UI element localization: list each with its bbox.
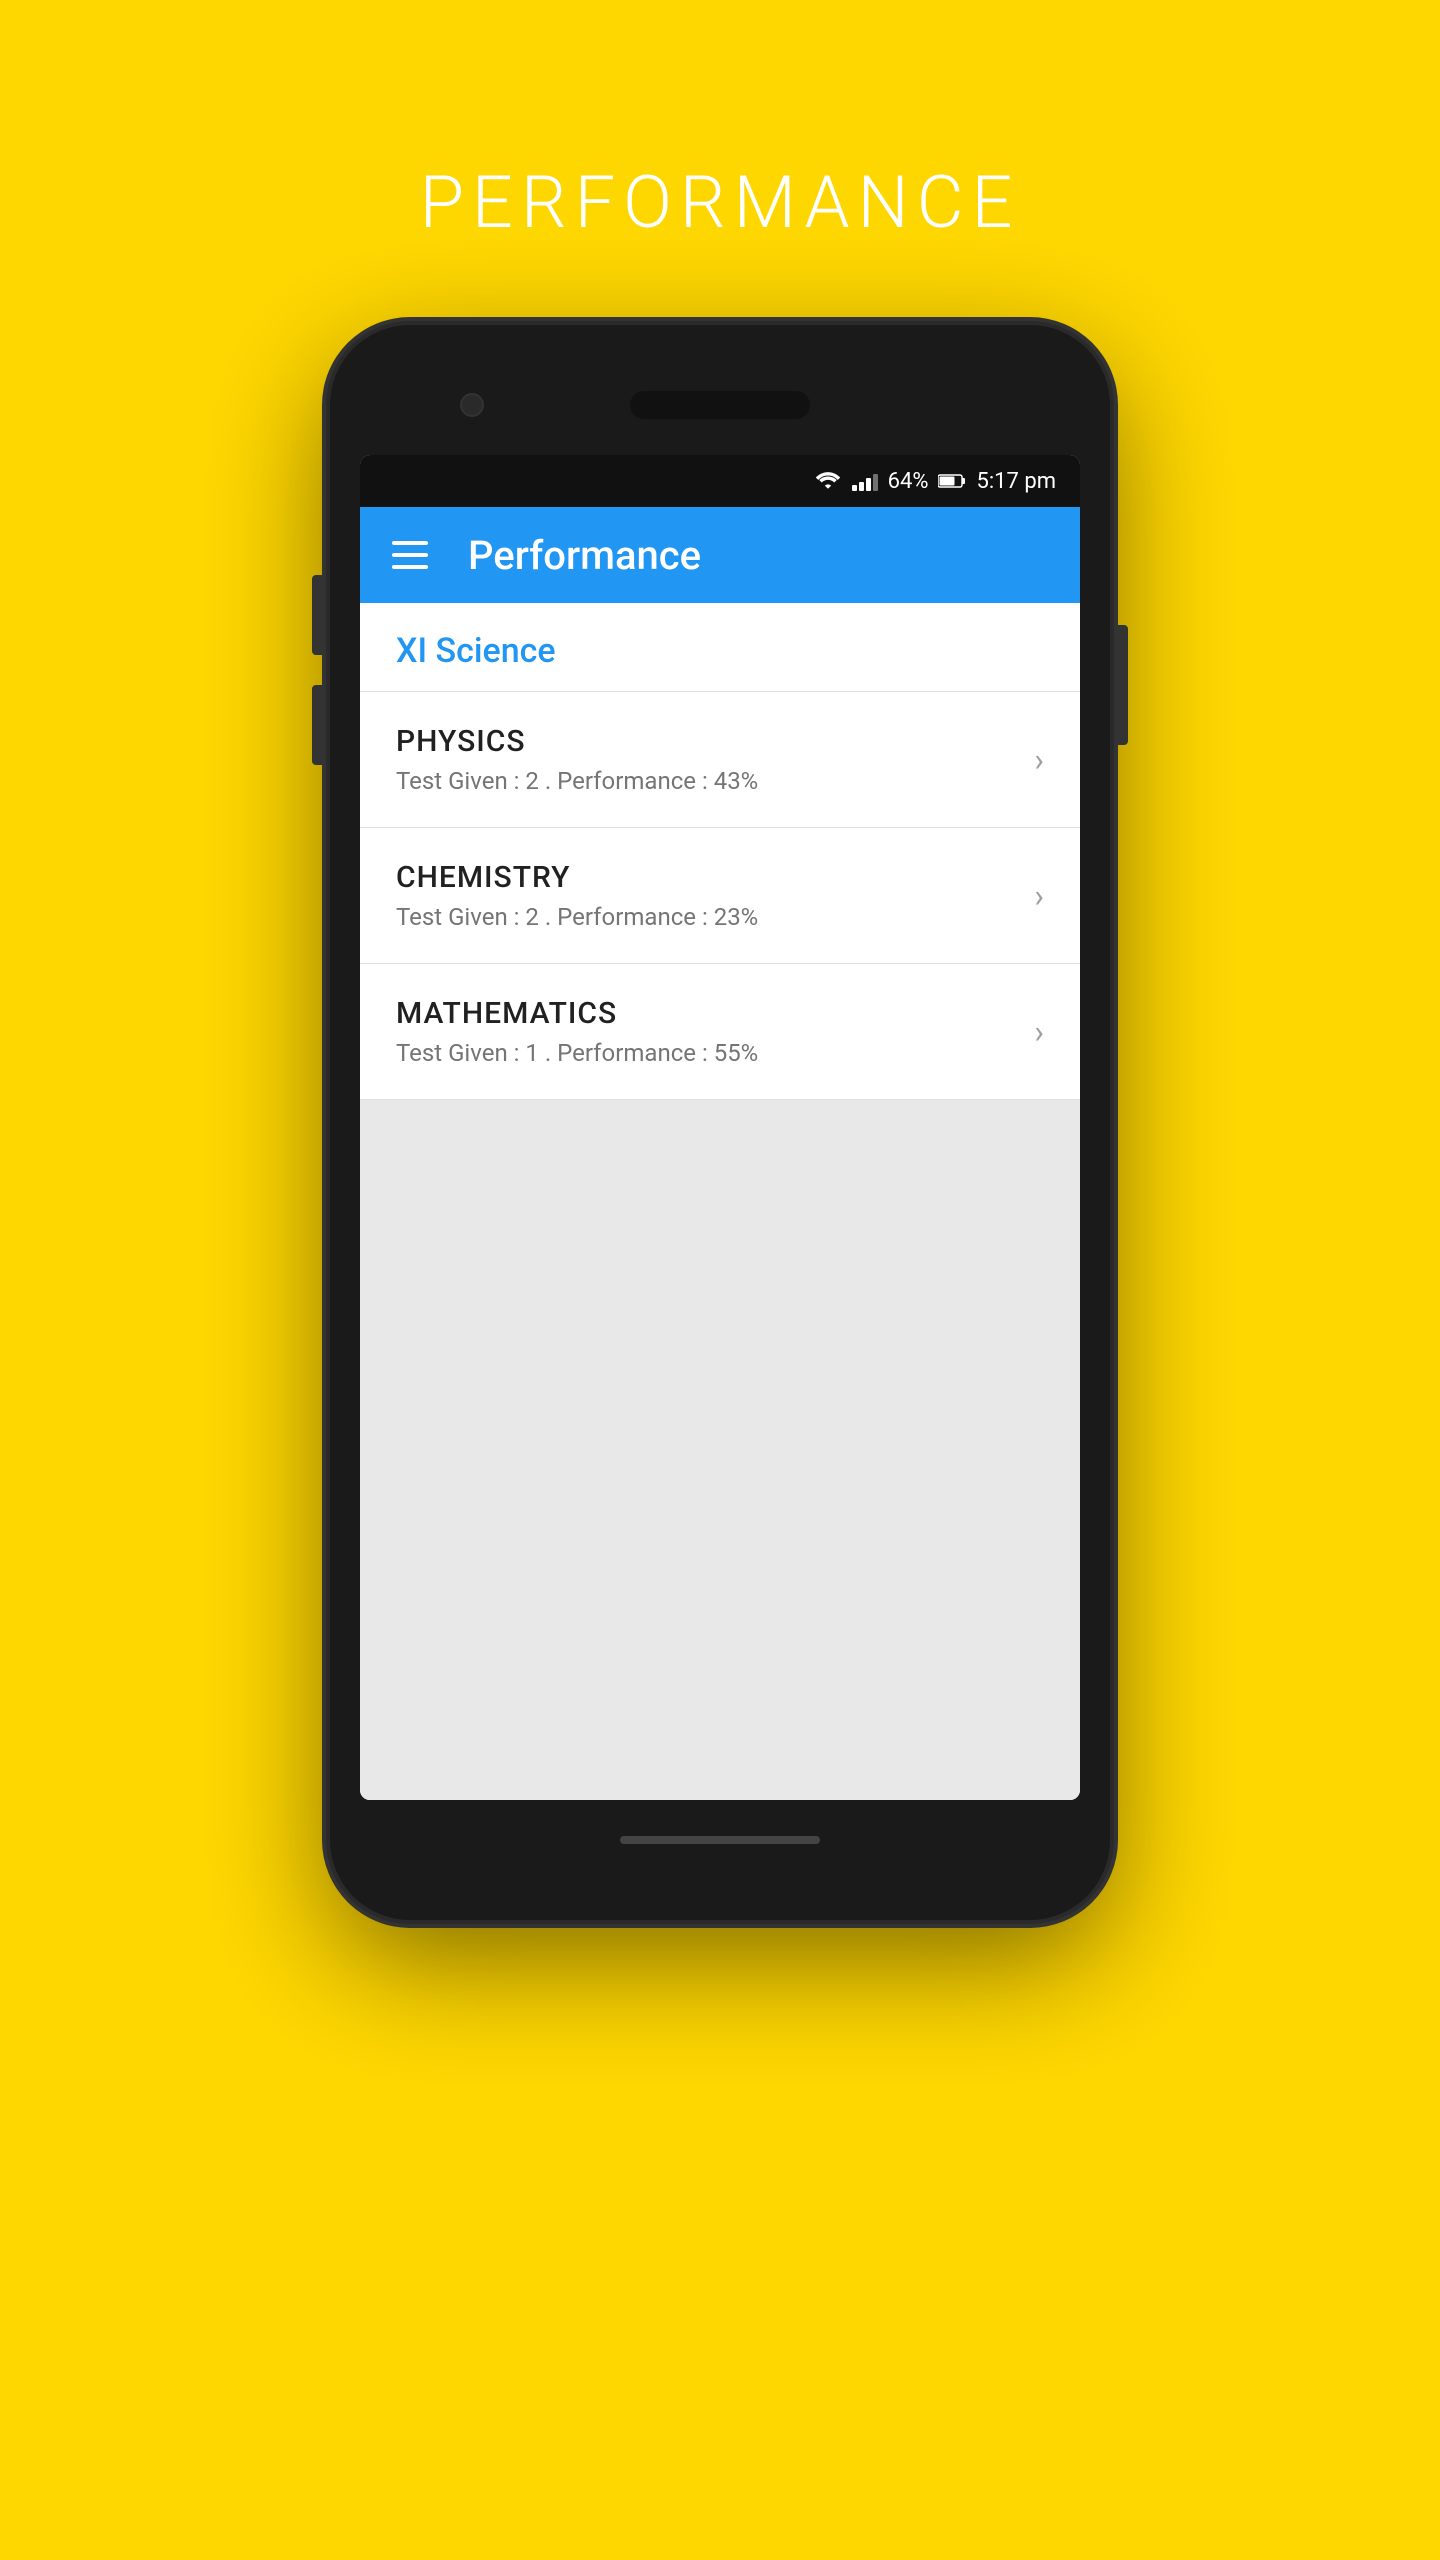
speaker [630,391,810,419]
hamburger-line-2 [392,553,428,557]
hamburger-line-1 [392,541,428,545]
phone-top-bar [360,365,1080,445]
chevron-right-icon: › [1034,741,1044,779]
section-header: XI Science [360,603,1080,692]
mathematics-subtitle: Test Given : 1 . Performance : 55% [396,1039,758,1067]
phone-screen: 64% 5:17 pm Performance [360,455,1080,1800]
physics-content: PHYSICS Test Given : 2 . Performance : 4… [396,724,758,795]
status-bar: 64% 5:17 pm [360,455,1080,507]
status-icons: 64% 5:17 pm [814,469,1056,494]
hamburger-line-3 [392,565,428,569]
app-bar: Performance [360,507,1080,603]
empty-content-area [360,1100,1080,1800]
chemistry-content: CHEMISTRY Test Given : 2 . Performance :… [396,860,758,931]
chevron-right-icon: › [1034,877,1044,915]
list-item[interactable]: PHYSICS Test Given : 2 . Performance : 4… [360,692,1080,828]
chevron-right-icon: › [1034,1013,1044,1051]
time-display: 5:17 pm [976,469,1056,494]
signal-icon [852,471,878,491]
menu-button[interactable] [392,541,428,569]
chemistry-subtitle: Test Given : 2 . Performance : 23% [396,903,758,931]
battery-icon [938,473,966,489]
section-title: XI Science [396,631,556,671]
volume-down-button [312,685,322,765]
front-camera [460,393,484,417]
home-indicator [620,1836,820,1844]
phone-shell: 64% 5:17 pm Performance [330,325,1110,1920]
list-item[interactable]: MATHEMATICS Test Given : 1 . Performance… [360,964,1080,1099]
physics-title: PHYSICS [396,724,758,759]
page-title: PERFORMANCE [420,160,1021,245]
volume-up-button [312,575,322,655]
app-bar-title: Performance [468,532,701,579]
content-area: XI Science PHYSICS Test Given : 2 . Perf… [360,603,1080,1800]
subject-card: XI Science PHYSICS Test Given : 2 . Perf… [360,603,1080,1100]
physics-subtitle: Test Given : 2 . Performance : 43% [396,767,758,795]
wifi-icon [814,471,842,491]
battery-percent: 64% [888,469,929,494]
mathematics-content: MATHEMATICS Test Given : 1 . Performance… [396,996,758,1067]
phone-bottom [360,1820,1080,1860]
mathematics-title: MATHEMATICS [396,996,758,1031]
power-button [1118,625,1128,745]
chemistry-title: CHEMISTRY [396,860,758,895]
list-item[interactable]: CHEMISTRY Test Given : 2 . Performance :… [360,828,1080,964]
